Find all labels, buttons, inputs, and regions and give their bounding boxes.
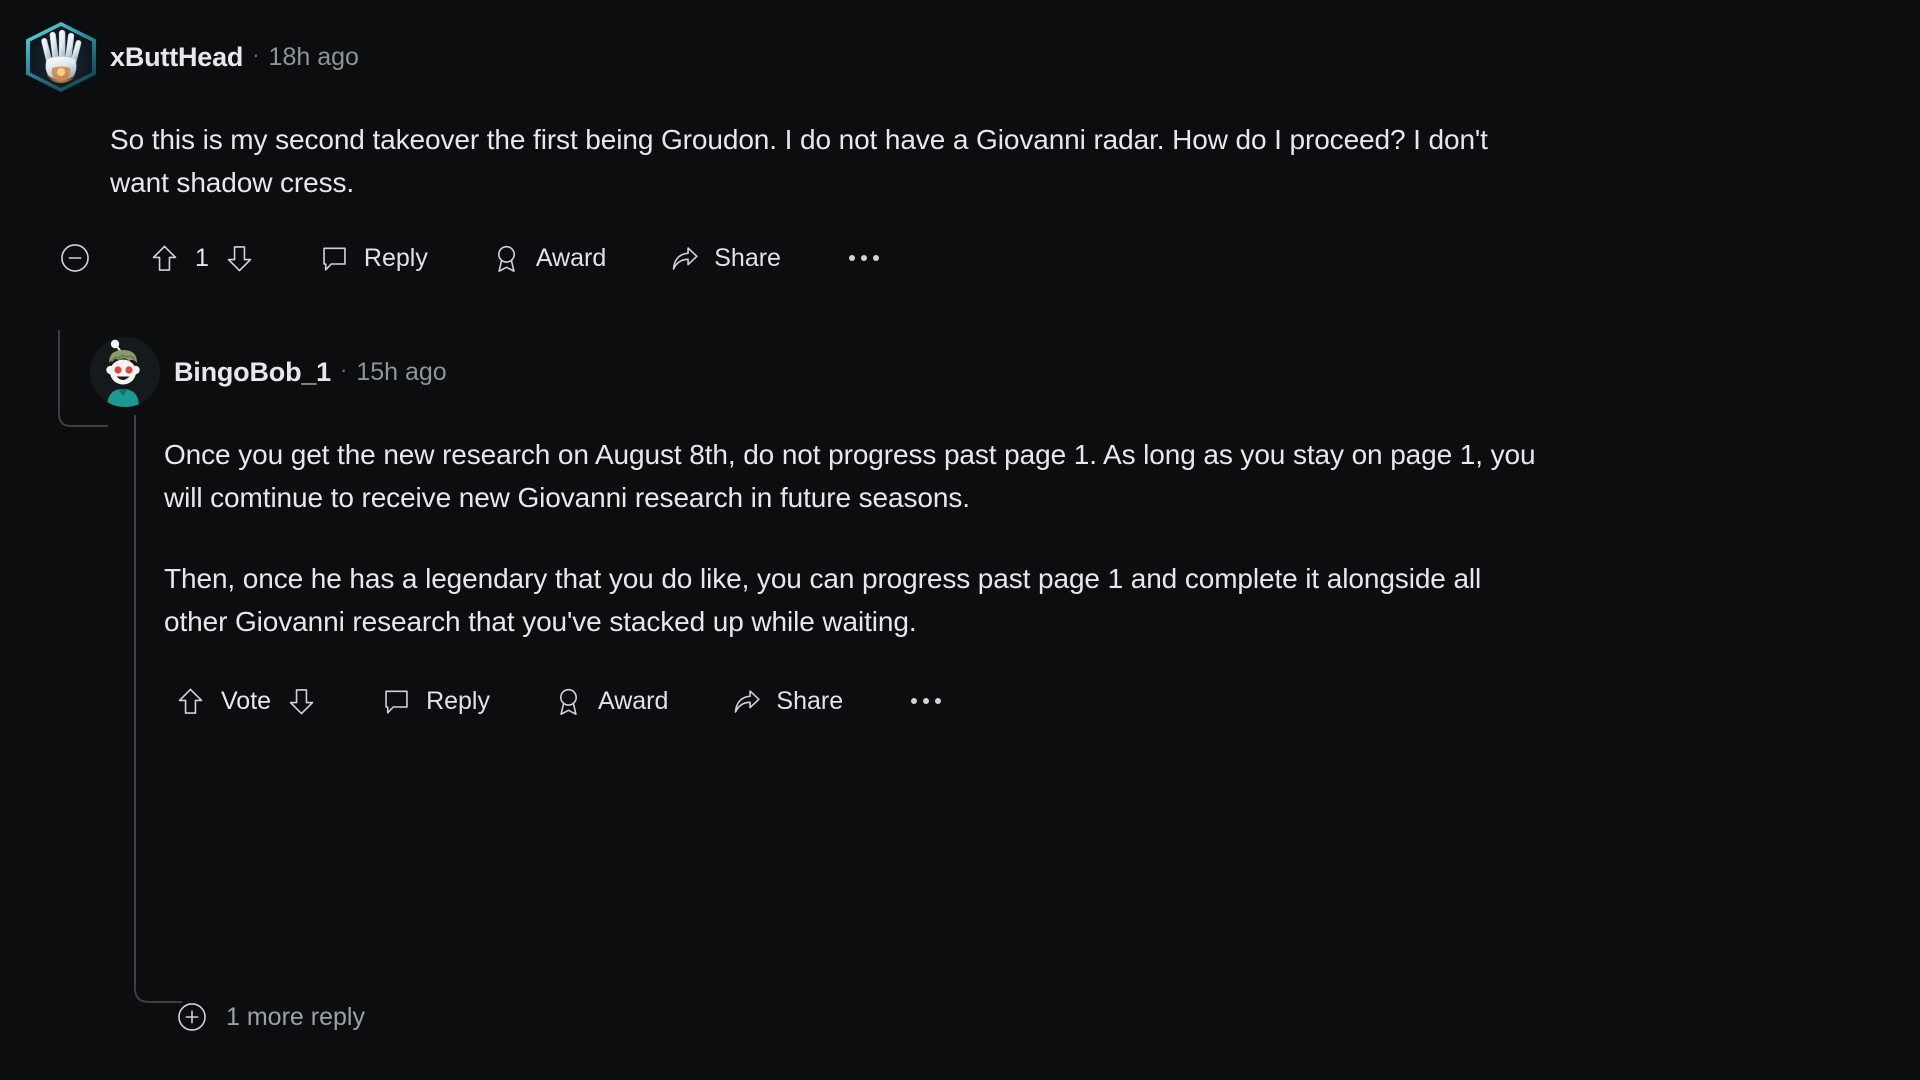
expand-plus-icon	[175, 1000, 209, 1034]
reply-label: Reply	[426, 686, 490, 715]
upvote-button[interactable]	[148, 235, 181, 281]
more-replies-button[interactable]: 1 more reply	[175, 1000, 365, 1034]
upvote-button[interactable]	[174, 678, 207, 724]
comment-header: BingoBob_1 · 15h ago	[90, 337, 1890, 407]
share-button[interactable]: Share	[730, 678, 843, 724]
comment-timestamp: 15h ago	[356, 357, 447, 386]
comment-paragraph: So this is my second takeover the first …	[110, 124, 1488, 199]
more-replies-label: 1 more reply	[226, 1002, 365, 1031]
share-label: Share	[776, 686, 844, 715]
award-label: Award	[535, 243, 607, 272]
award-button[interactable]: Award	[490, 235, 606, 281]
reply-button[interactable]: Reply	[318, 235, 428, 281]
comment-thread-root: xButtHead · 18h ago So this is my second…	[0, 0, 1920, 1080]
comment-bingobob-1: BingoBob_1 · 15h ago Once you get the ne…	[90, 337, 1890, 729]
avatar[interactable]	[26, 22, 96, 92]
vote-score[interactable]: Vote	[221, 687, 271, 716]
comment-xbutthead: xButtHead · 18h ago So this is my second…	[26, 22, 1906, 286]
comment-paragraph: Once you get the new research on August …	[164, 439, 1536, 514]
thread-line-level-1	[58, 330, 60, 408]
comment-body: So this is my second takeover the first …	[110, 118, 1540, 204]
avatar[interactable]	[90, 337, 160, 407]
vote-score: 1	[195, 243, 209, 272]
reply-button[interactable]: Reply	[380, 678, 490, 724]
share-label: Share	[714, 243, 781, 272]
award-label: Award	[597, 686, 669, 715]
comment-body: Once you get the new research on August …	[164, 433, 1542, 643]
comment-action-bar: 1 Reply Award Share	[58, 230, 1906, 286]
downvote-button[interactable]	[223, 235, 256, 281]
overflow-dots-icon[interactable]	[905, 688, 947, 714]
reply-label: Reply	[363, 243, 428, 272]
comment-paragraph: Then, once he has a legendary that you d…	[164, 563, 1482, 638]
award-button[interactable]: Award	[552, 678, 668, 724]
downvote-button[interactable]	[285, 678, 318, 724]
comment-author-username[interactable]: BingoBob_1	[174, 357, 331, 388]
hand-badge-avatar	[26, 22, 96, 92]
comment-timestamp: 18h ago	[268, 42, 359, 71]
meta-separator: ·	[252, 42, 260, 67]
snoo-avatar	[90, 337, 160, 407]
comment-author-username[interactable]: xButtHead	[110, 42, 243, 73]
comment-action-bar: Vote Reply Award Share	[174, 673, 1890, 729]
meta-separator: ·	[340, 357, 348, 382]
comment-header: xButtHead · 18h ago	[26, 22, 1906, 92]
overflow-dots-icon[interactable]	[843, 245, 885, 271]
collapse-comment-button[interactable]	[58, 235, 92, 281]
share-button[interactable]: Share	[668, 235, 781, 281]
